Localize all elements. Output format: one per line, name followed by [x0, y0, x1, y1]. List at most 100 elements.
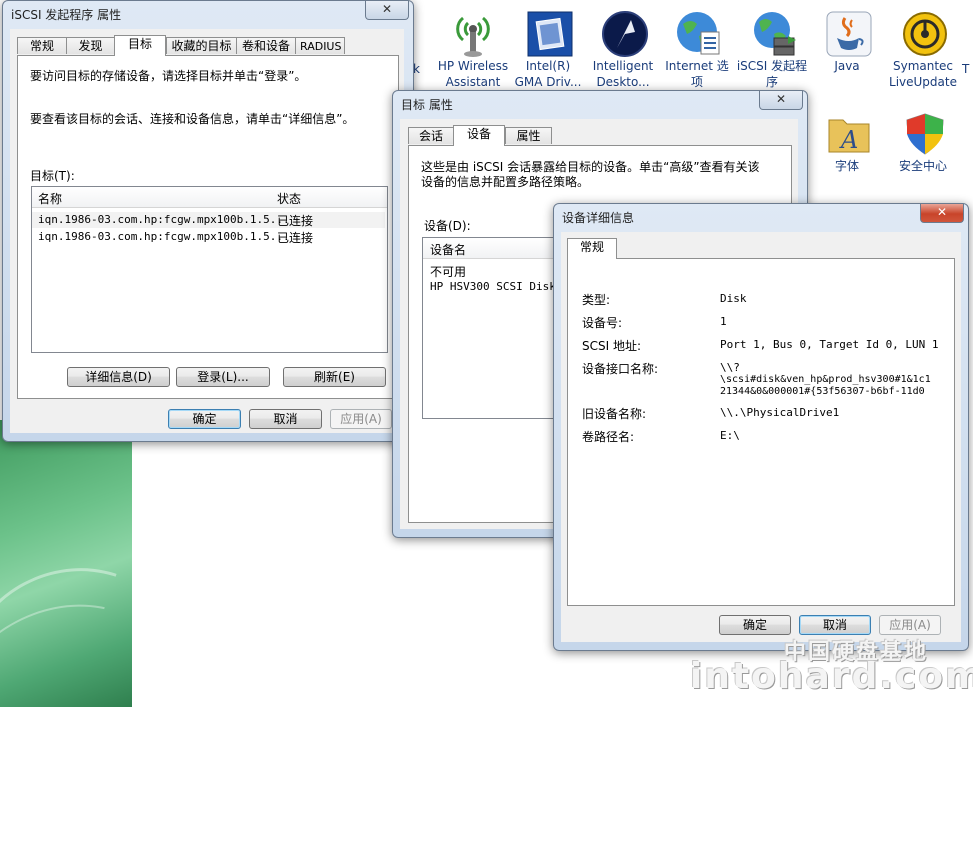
desktop-edge-label-k: k	[413, 62, 420, 76]
tab-strip: 常规	[567, 238, 947, 259]
intel-gma-driver-icon	[526, 10, 573, 57]
window-title: 设备详细信息	[562, 211, 635, 225]
field-label-legacy-device-name: 旧设备名称:	[582, 407, 647, 421]
desktop-icon-label: Assistant	[445, 75, 501, 89]
field-value-scsi-address: Port 1, Bus 0, Target Id 0, LUN 1	[720, 338, 939, 351]
targets-list[interactable]: 名称 状态 iqn.1986-03.com.hp:fcgw.mpx100b.1.…	[31, 186, 388, 353]
desktop-icon-label: GMA Driv...	[514, 75, 582, 89]
desktop-icon-label: 序	[765, 75, 778, 89]
window-client-area: 常规 类型: Disk 设备号: 1 SCSI 地址: Port 1, Bus …	[561, 232, 961, 642]
targets-tab-panel: 要访问目标的存储设备，请选择目标并单击“登录”。 要查看该目标的会话、连接和设备…	[17, 55, 399, 399]
desktop-icon-label: iSCSI 发起程	[736, 59, 808, 73]
iscsi-initiator-properties-window[interactable]: iSCSI 发起程序 属性 ✕ 常规 发现 目标 收藏的目标 卷和设备 RADI…	[2, 0, 414, 442]
tab-general[interactable]: 常规	[17, 37, 67, 54]
desktop-icon-label: Symantec	[892, 59, 954, 73]
field-value-legacy-device-name: \\.\PhysicalDrive1	[720, 406, 840, 419]
desktop-icon-symantec-liveupdate[interactable]: Symantec LiveUpdate	[884, 10, 962, 90]
details-button[interactable]: 详细信息(D)	[67, 367, 170, 387]
desktop-icon-label: Intel(R)	[525, 59, 571, 73]
close-button[interactable]: ✕	[365, 1, 409, 20]
field-value-volume-path: E:\	[720, 429, 740, 442]
desktop-icon-label: Java	[834, 59, 860, 73]
desktop-icon-iscsi-initiator[interactable]: iSCSI 发起程 序	[733, 10, 811, 90]
desktop-icon-label: Intelligent	[592, 59, 654, 73]
device-name: 不可用	[430, 265, 467, 279]
field-value-interface-name-line2: \scsi#disk&ven_hp&prod_hsv300#1&1c1	[720, 374, 931, 385]
column-header-device-name[interactable]: 设备名	[430, 241, 466, 258]
close-button[interactable]: ✕	[759, 91, 803, 110]
iscsi-initiator-globe-icon	[750, 10, 796, 56]
desktop-icon-security-center[interactable]: 安全中心	[884, 110, 962, 174]
ok-button[interactable]: 确定	[168, 409, 241, 429]
device-name: HP HSV300 SCSI Disk D	[430, 280, 570, 293]
tab-targets[interactable]: 目标	[114, 35, 166, 56]
field-label-type: 类型:	[582, 293, 611, 307]
window-title: 目标 属性	[401, 98, 453, 112]
intelligent-desktop-compass-icon	[601, 10, 648, 57]
tab-radius[interactable]: RADIUS	[295, 37, 345, 54]
target-name: iqn.1986-03.com.hp:fcgw.mpx100b.1.5...	[38, 213, 290, 226]
field-label-device-number: 设备号:	[582, 316, 623, 330]
svg-text:A: A	[839, 126, 858, 154]
apply-button: 应用(A)	[330, 409, 392, 429]
targets-intro-text: 要访问目标的存储设备，请选择目标并单击“登录”。	[30, 69, 307, 83]
tab-strip: 常规 发现 目标 收藏的目标 卷和设备 RADIUS	[17, 35, 397, 56]
target-status: 已连接	[277, 231, 314, 245]
cancel-button[interactable]: 取消	[799, 615, 871, 635]
desktop-icon-label: Internet 选	[665, 59, 729, 73]
tab-sessions[interactable]: 会话	[408, 127, 454, 144]
tab-properties[interactable]: 属性	[505, 127, 552, 144]
field-value-type: Disk	[720, 292, 747, 305]
tab-devices[interactable]: 设备	[453, 125, 505, 146]
targets-list-label: 目标(T):	[30, 169, 75, 183]
general-tab-panel: 类型: Disk 设备号: 1 SCSI 地址: Port 1, Bus 0, …	[567, 258, 955, 606]
field-value-interface-name: \\?	[720, 361, 740, 374]
refresh-button[interactable]: 刷新(E)	[283, 367, 386, 387]
field-value-interface-name-line3: 21344&0&000001#{53f56307-b6bf-11d0	[720, 386, 925, 397]
desktop-icon-java[interactable]: Java	[808, 10, 886, 74]
window-titlebar[interactable]: 设备详细信息 ✕	[554, 204, 968, 232]
desktop-icon-internet-options[interactable]: Internet 选 项	[658, 10, 736, 90]
cancel-button[interactable]: 取消	[249, 409, 322, 429]
column-header-name[interactable]: 名称	[38, 190, 62, 207]
ok-button[interactable]: 确定	[719, 615, 791, 635]
close-button[interactable]: ✕	[920, 204, 964, 223]
desktop-icon-label: 安全中心	[898, 159, 947, 173]
device-details-window[interactable]: 设备详细信息 ✕ 常规 类型: Disk 设备号: 1 SCSI 地址: Por…	[553, 203, 969, 651]
table-row[interactable]: iqn.1986-03.com.hp:fcgw.mpx100b.1.5... 已…	[32, 229, 385, 245]
desktop-icon-intel-gma[interactable]: Intel(R) GMA Driv...	[509, 10, 587, 90]
desktop-icon-hp-wireless[interactable]: HP Wireless Assistant	[434, 10, 512, 90]
desktop-icon-intelligent-desktop[interactable]: Intelligent Deskto...	[584, 10, 662, 90]
login-button[interactable]: 登录(L)...	[176, 367, 270, 387]
table-row[interactable]: iqn.1986-03.com.hp:fcgw.mpx100b.1.5... 已…	[32, 212, 385, 228]
tab-favorite-targets[interactable]: 收藏的目标	[166, 37, 237, 54]
apply-button: 应用(A)	[879, 615, 941, 635]
window-title: iSCSI 发起程序 属性	[11, 8, 122, 22]
devices-list-label: 设备(D):	[424, 219, 471, 233]
tab-volumes-devices[interactable]: 卷和设备	[236, 37, 296, 54]
field-label-interface-name: 设备接口名称:	[582, 362, 659, 376]
target-name: iqn.1986-03.com.hp:fcgw.mpx100b.1.5...	[38, 230, 290, 243]
column-header-status[interactable]: 状态	[277, 190, 301, 207]
watermark-domain: intohard.com	[690, 656, 973, 697]
wallpaper	[0, 420, 219, 861]
symantec-liveupdate-icon	[901, 10, 947, 56]
desktop-edge-label-t: T	[962, 62, 970, 76]
target-status: 已连接	[277, 214, 314, 228]
devices-description-line2: 设备的信息并配置多路径策略。	[421, 175, 590, 189]
security-center-shield-icon	[901, 110, 945, 155]
tab-discovery[interactable]: 发现	[66, 37, 115, 54]
tab-strip: 会话 设备 属性	[408, 125, 788, 146]
window-titlebar[interactable]: iSCSI 发起程序 属性 ✕	[3, 1, 413, 29]
hp-wireless-antenna-icon	[451, 10, 495, 57]
desktop-icon-label: Deskto...	[596, 75, 650, 89]
internet-options-globe-icon	[675, 10, 720, 55]
targets-list-header: 名称 状态	[32, 187, 387, 208]
field-label-volume-path: 卷路径名:	[582, 430, 635, 444]
java-cup-icon	[825, 10, 872, 57]
desktop-icon-label: HP Wireless	[437, 59, 509, 73]
window-titlebar[interactable]: 目标 属性 ✕	[393, 91, 807, 119]
tab-general[interactable]: 常规	[567, 238, 617, 259]
desktop-icon-fonts[interactable]: A 字体	[808, 110, 886, 174]
targets-details-hint-text: 要查看该目标的会话、连接和设备信息，请单击“详细信息”。	[30, 112, 355, 126]
